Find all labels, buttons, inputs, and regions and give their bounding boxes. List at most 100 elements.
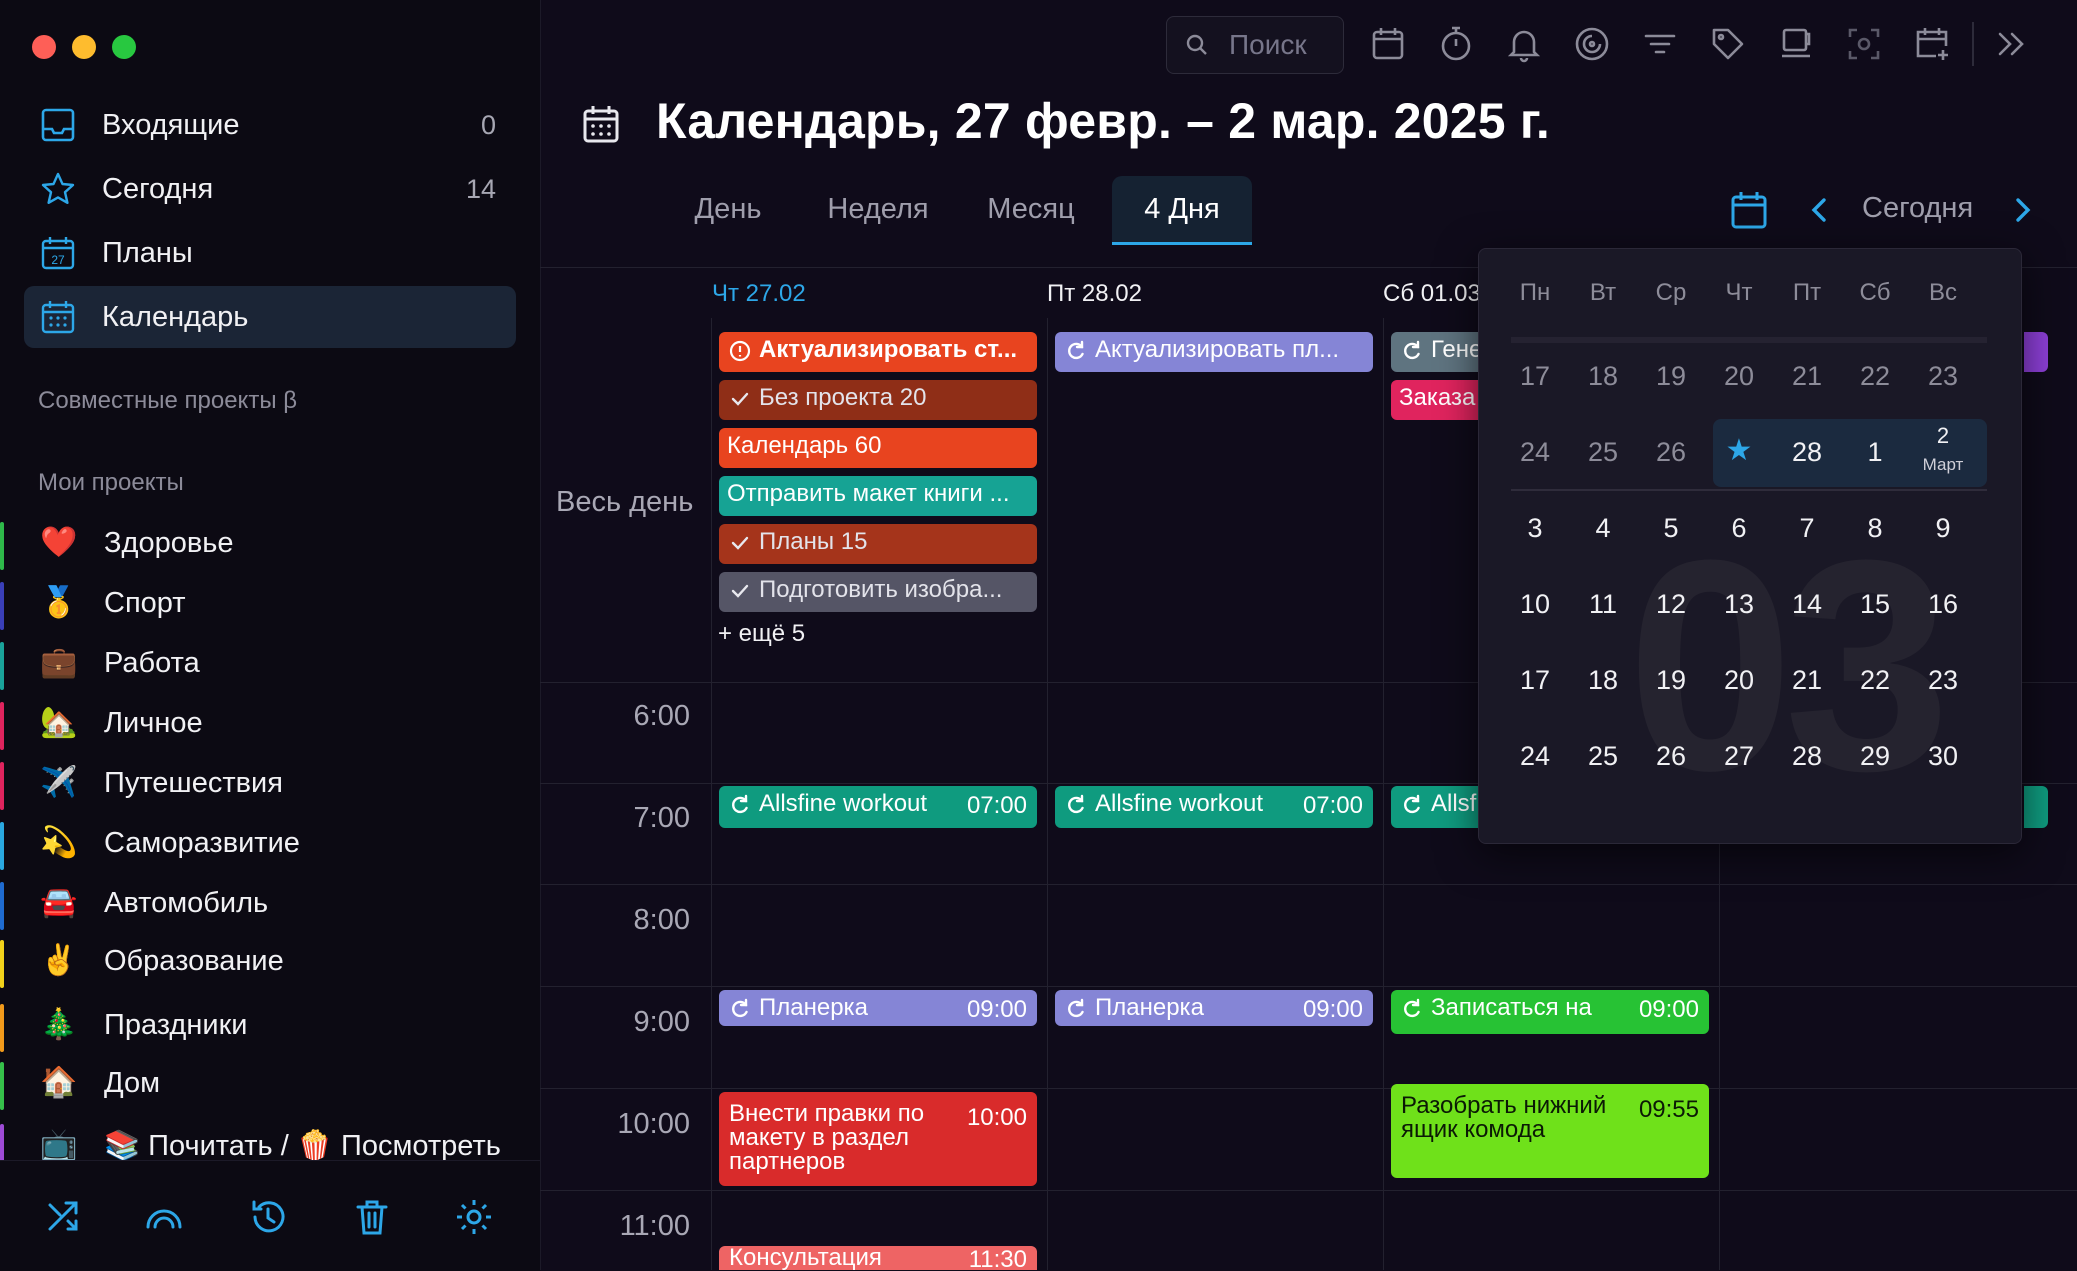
calendar-day[interactable]: 24 (1505, 437, 1565, 468)
calendar-day[interactable]: 9 (1913, 513, 1973, 544)
settings-gear-icon[interactable] (454, 1197, 494, 1237)
calendar-day[interactable]: 6 (1709, 513, 1769, 544)
shuffle-icon[interactable] (44, 1197, 84, 1237)
event-consultation[interactable]: Консультация 11:30 (719, 1246, 1037, 1270)
calendar-day[interactable]: 20 (1709, 665, 1769, 696)
sidebar-project-item[interactable]: ✈️ Путешествия (0, 756, 540, 810)
calendar-day[interactable]: 19 (1641, 665, 1701, 696)
scan-icon[interactable] (1844, 24, 1884, 64)
calendar-day[interactable]: 17 (1505, 361, 1565, 392)
calendar-day[interactable]: 23 (1913, 665, 1973, 696)
event-allday[interactable]: Планы 15 (719, 524, 1037, 564)
today-star-icon[interactable]: ★ (1709, 433, 1769, 468)
calendar-day[interactable]: 25 (1573, 437, 1633, 468)
calendar-day[interactable]: 29 (1845, 741, 1905, 772)
calendar-day[interactable]: 14 (1777, 589, 1837, 620)
calendar-day[interactable]: 8 (1845, 513, 1905, 544)
calendar-day[interactable]: 22 (1845, 665, 1905, 696)
calendar-day[interactable]: 5 (1641, 513, 1701, 544)
maximize-window-button[interactable] (112, 35, 136, 59)
calendar-day[interactable]: 11 (1573, 589, 1633, 620)
calendar-day[interactable]: 28 (1777, 437, 1837, 468)
calendar-day[interactable]: 10 (1505, 589, 1565, 620)
calendar-day[interactable]: 21 (1777, 665, 1837, 696)
calendar-day[interactable]: 26 (1641, 437, 1701, 468)
event-planerka[interactable]: Планерка 09:00 (1055, 990, 1373, 1026)
calendar-day[interactable]: 2 (1913, 423, 1973, 449)
sidebar-item-plans[interactable]: 27 Планы (24, 222, 516, 284)
sidebar-project-item[interactable]: 💫 Саморазвитие (0, 816, 540, 870)
sidebar-project-item[interactable]: 🎄 Праздники (0, 998, 540, 1052)
history-icon[interactable] (248, 1197, 288, 1237)
calendar-day[interactable]: 30 (1913, 741, 1973, 772)
coffee-icon[interactable] (1776, 24, 1816, 64)
tab-month[interactable]: Месяц (978, 176, 1084, 242)
event-offscreen-workout[interactable] (2024, 786, 2048, 828)
rainbow-icon[interactable] (144, 1197, 184, 1237)
event-allsfine-workout[interactable]: Allsfine workout 07:00 (1055, 786, 1373, 828)
sidebar-item-inbox[interactable]: Входящие 0 (24, 94, 516, 156)
day-header[interactable]: Пт 28.02 (1047, 280, 1142, 308)
today-button[interactable]: Сегодня (1862, 192, 1973, 225)
calendar-day[interactable]: 12 (1641, 589, 1701, 620)
sidebar-item-calendar[interactable]: Календарь (24, 286, 516, 348)
sidebar-project-item[interactable]: ✌️ Образование (0, 934, 540, 988)
calendar-day[interactable]: 21 (1777, 361, 1837, 392)
trash-icon[interactable] (352, 1197, 392, 1237)
tab-week[interactable]: Неделя (812, 176, 944, 242)
calendar-day[interactable]: 18 (1573, 665, 1633, 696)
timer-icon[interactable] (1436, 24, 1476, 64)
date-picker-icon[interactable] (1730, 190, 1768, 230)
calendar-day[interactable]: 19 (1641, 361, 1701, 392)
calendar-day[interactable]: 27 (1709, 741, 1769, 772)
minimize-window-button[interactable] (72, 35, 96, 59)
calendar-day[interactable]: 28 (1777, 741, 1837, 772)
calendar-day[interactable]: 1 (1845, 437, 1905, 468)
calendar-day[interactable]: 4 (1573, 513, 1633, 544)
shared-projects-heading[interactable]: Совместные проекты β (38, 387, 297, 415)
event-allday-offscreen[interactable] (2024, 332, 2048, 372)
calendar-day[interactable]: 7 (1777, 513, 1837, 544)
sidebar-project-item[interactable]: 💼 Работа (0, 636, 540, 690)
focus-icon[interactable] (1572, 24, 1612, 64)
calendar-day[interactable]: 18 (1573, 361, 1633, 392)
calendar-day[interactable]: 24 (1505, 741, 1565, 772)
calendar-day[interactable]: 20 (1709, 361, 1769, 392)
next-arrow-icon[interactable] (2010, 196, 2034, 224)
event-signup[interactable]: Записаться на 09:00 (1391, 990, 1709, 1034)
sidebar-project-item[interactable]: ❤️ Здоровье (0, 516, 540, 570)
event-drawer[interactable]: Разобрать нижний ящик комода 09:55 (1391, 1084, 1709, 1178)
sidebar-project-item[interactable]: 🏠 Дом (0, 1056, 540, 1110)
event-allday-update-plans[interactable]: Актуализировать пл... (1055, 332, 1373, 372)
event-allday[interactable]: Отправить макет книги ... (719, 476, 1037, 516)
filter-icon[interactable] (1640, 24, 1680, 64)
add-calendar-icon[interactable] (1912, 24, 1952, 64)
calendar-day[interactable]: 13 (1709, 589, 1769, 620)
event-edits[interactable]: Внести правки по макету в раздел партнер… (719, 1092, 1037, 1186)
day-header-today[interactable]: Чт 27.02 (712, 280, 806, 308)
search-input[interactable]: Поиск (1166, 16, 1344, 74)
calendar-day[interactable]: 22 (1845, 361, 1905, 392)
calendar-icon[interactable] (1368, 24, 1408, 64)
sidebar-project-item[interactable]: 🥇 Спорт (0, 576, 540, 630)
close-window-button[interactable] (32, 35, 56, 59)
event-allsfine-workout[interactable]: Allsfine workout 07:00 (719, 786, 1037, 828)
tag-icon[interactable] (1708, 24, 1748, 64)
calendar-day[interactable]: 25 (1573, 741, 1633, 772)
event-allday[interactable]: Календарь 60 (719, 428, 1037, 468)
day-header[interactable]: Сб 01.03 (1383, 280, 1481, 308)
tab-4-days[interactable]: 4 Дня (1112, 176, 1252, 245)
my-projects-heading[interactable]: Мои проекты (38, 469, 184, 497)
calendar-day[interactable]: 3 (1505, 513, 1565, 544)
expand-icon[interactable] (1992, 24, 2032, 64)
tab-day[interactable]: День (680, 176, 776, 242)
bell-icon[interactable] (1504, 24, 1544, 64)
event-allday[interactable]: Подготовить изобра... (719, 572, 1037, 612)
sidebar-item-today[interactable]: Сегодня 14 (24, 158, 516, 220)
calendar-day[interactable]: 23 (1913, 361, 1973, 392)
calendar-day[interactable]: 15 (1845, 589, 1905, 620)
sidebar-project-item[interactable]: 🚘 Автомобиль (0, 876, 540, 930)
event-allday[interactable]: Актуализировать ст... (719, 332, 1037, 372)
calendar-day[interactable]: 26 (1641, 741, 1701, 772)
previous-arrow-icon[interactable] (1808, 196, 1832, 224)
